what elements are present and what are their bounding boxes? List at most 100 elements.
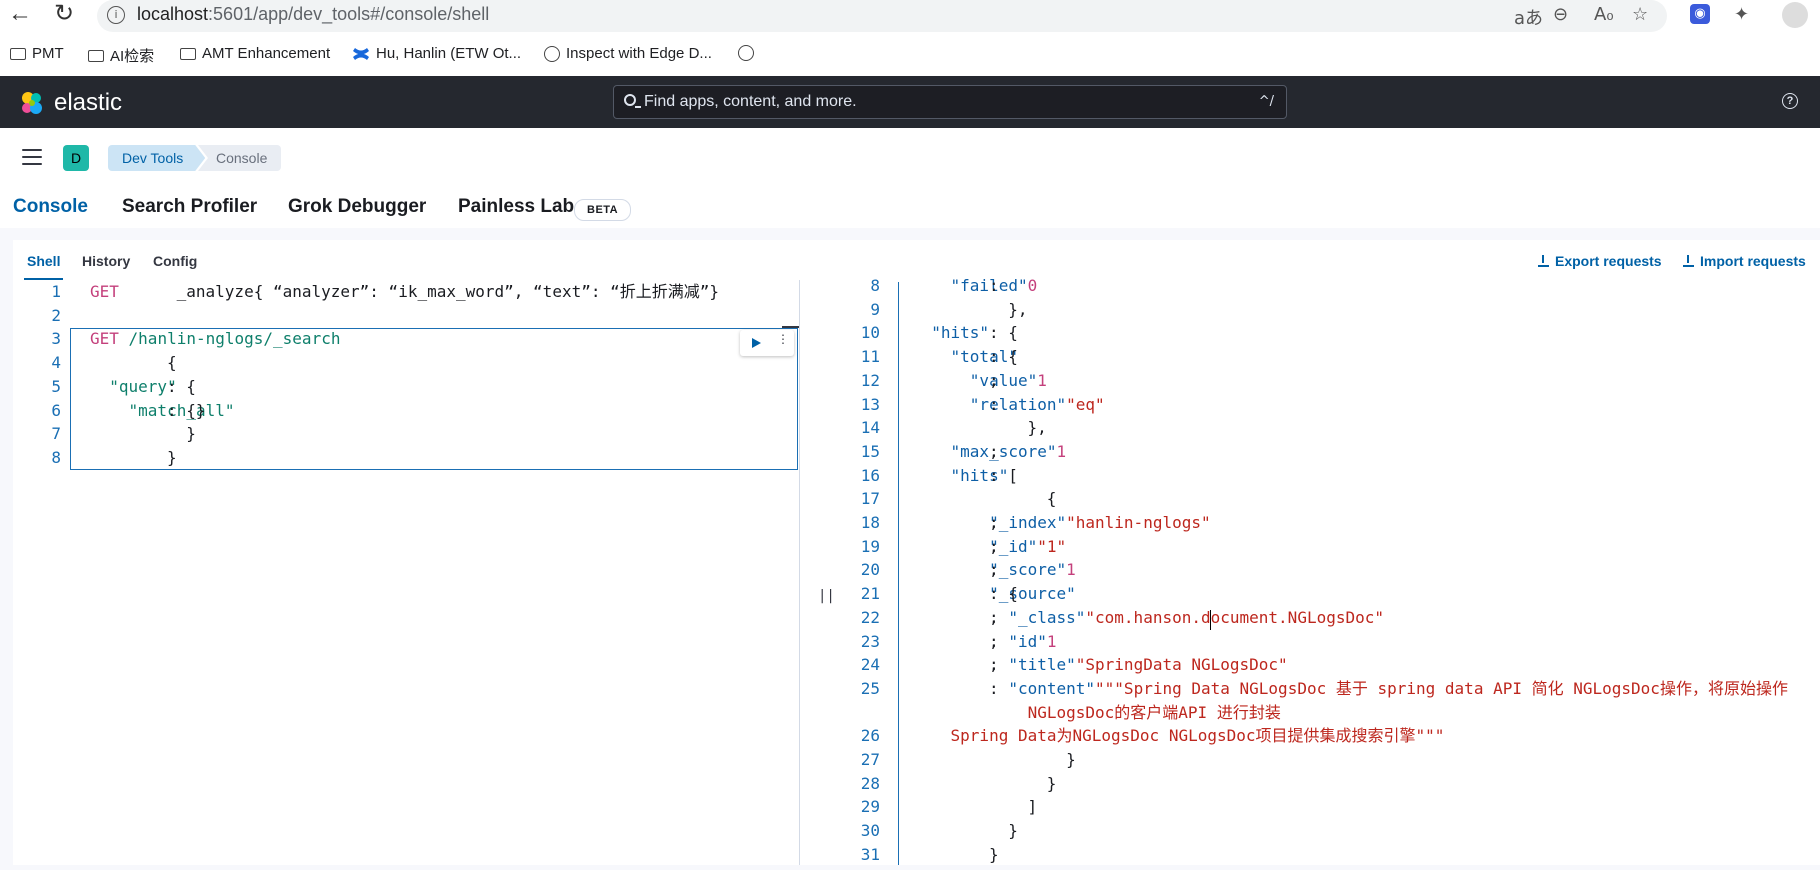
address-bar[interactable]: i localhost:5601/app/dev_tools#/console/… (97, 0, 1667, 32)
response-line: 11 "total": { (832, 345, 1820, 369)
favorite-star-icon[interactable]: ☆ (1632, 4, 1648, 25)
response-line: 10 "hits": { (832, 321, 1820, 345)
space-avatar[interactable]: D (63, 145, 89, 171)
site-info-icon[interactable]: i (107, 6, 125, 24)
code-token: { (989, 489, 1057, 509)
selected-request-highlight (70, 328, 798, 470)
search-placeholder: Find apps, content, and more. (644, 93, 857, 110)
beta-badge: BETA (574, 199, 632, 221)
code-token: "eq" (1066, 394, 1105, 414)
back-arrow-icon[interactable]: ← (6, 2, 34, 26)
code-token: , (989, 370, 999, 390)
help-icon[interactable]: ? (1782, 93, 1798, 109)
request-line: 2 (13, 304, 799, 328)
menu-toggle-icon[interactable] (22, 149, 42, 165)
url-host: localhost (137, 4, 209, 24)
code-token: , (989, 513, 999, 532)
response-line: 30 } (832, 819, 1820, 843)
line-number: 27 (860, 750, 880, 769)
tab-config[interactable]: Config (153, 253, 197, 269)
tab-grok-debugger[interactable]: Grok Debugger (288, 196, 426, 218)
request-line: 1 GET _analyze{ “analyzer”: “ik_max_word”… (13, 280, 799, 304)
breadcrumb-console: Console (198, 145, 282, 171)
translate-icon[interactable]: aあ (1514, 4, 1543, 30)
code-token: "value" (912, 370, 1038, 390)
dev-tools-tabs: Console Search Profiler Grok Debugger Pa… (0, 184, 1820, 232)
more-actions-icon[interactable]: ⋮ (777, 333, 789, 345)
bookmark-inspect[interactable]: Inspect with Edge D... (544, 45, 712, 62)
tab-search-profiler[interactable]: Search Profiler (122, 196, 257, 218)
code-token: }, (989, 418, 1047, 438)
code-token: , (989, 441, 999, 461)
breadcrumb-dev-tools[interactable]: Dev Tools (108, 145, 205, 171)
download-icon (1683, 255, 1694, 267)
globe-icon (738, 45, 754, 61)
global-search-input[interactable]: Find apps, content, and more. ^/ (613, 85, 1287, 119)
response-line: 21 "_source": { (832, 582, 1820, 606)
bookmark-label: PMT (32, 45, 64, 62)
bookmark-globe[interactable] (738, 45, 754, 61)
code-token: 1 (1056, 441, 1067, 461)
response-code: "value": 1, (912, 369, 1047, 393)
line-number: 19 (860, 536, 880, 556)
code-token: 1 (1046, 631, 1057, 651)
tab-shell[interactable]: Shell (23, 253, 64, 280)
line-number: 18 (860, 513, 880, 532)
code-token: ] (989, 797, 1038, 817)
import-requests-button[interactable]: Import requests (1683, 253, 1806, 269)
line-number: 12 (860, 370, 880, 390)
text-cursor (1210, 610, 1211, 630)
line-number: 14 (860, 418, 880, 438)
url-text[interactable]: localhost:5601/app/dev_tools#/console/sh… (137, 4, 489, 25)
line-number: 21 (860, 584, 880, 604)
tab-console[interactable]: Console (13, 196, 88, 232)
code-token: "hanlin-nglogs" (1066, 513, 1211, 532)
code-token: , (989, 655, 999, 675)
reload-icon[interactable]: ↻ (50, 2, 78, 26)
line-number: 29 (860, 797, 880, 817)
response-line: 17 { (832, 487, 1820, 511)
response-line: NGLogsDoc的客户端API 进行封装 (832, 701, 1820, 725)
export-label: Export requests (1555, 253, 1662, 269)
bookmark-ai[interactable]: AI检索 (88, 45, 154, 66)
breadcrumb-bar: D Dev Tools Console (0, 128, 1820, 185)
zoom-out-icon[interactable]: ⊖ (1553, 4, 1568, 25)
response-line: 20 "_score": 1, (832, 558, 1820, 582)
tab-painless-lab[interactable]: Painless Lab (458, 196, 574, 218)
response-code: "hits": { (912, 321, 1018, 345)
tab-history[interactable]: History (82, 253, 130, 269)
code-token: , (989, 560, 999, 580)
folder-icon (88, 49, 104, 62)
line-number: 9 (870, 299, 880, 319)
code-token: : { (989, 323, 1018, 343)
response-line: 9 }, (832, 298, 1820, 322)
export-requests-button[interactable]: Export requests (1538, 253, 1662, 269)
bookmark-confluence[interactable]: Hu, Hanlin (ETW Ot... (352, 45, 521, 62)
line-number: 16 (860, 465, 880, 485)
line-number: 4 (51, 353, 61, 373)
response-code: NGLogsDoc的客户端API 进行封装 (912, 701, 1281, 725)
response-output[interactable]: 8 "failed": 09 }, 10 "hits": {11 "total":… (832, 276, 1820, 865)
read-aloud-icon[interactable]: A₀ (1594, 4, 1614, 25)
code-token: "max_score" (912, 441, 1057, 461)
extensions-puzzle-icon[interactable]: ✦ (1734, 4, 1749, 25)
bookmark-pmt[interactable]: PMT (10, 45, 64, 62)
response-line: 27 } (832, 748, 1820, 772)
extension-icon[interactable]: ◉ (1690, 4, 1710, 24)
elastic-logo[interactable]: elastic (18, 89, 122, 117)
line-number: 11 (860, 347, 880, 367)
panel-resizer[interactable]: || (799, 280, 835, 865)
response-line: 15 "max_score": 1, (832, 440, 1820, 464)
search-shortcut-hint: ^/ (1258, 94, 1274, 109)
code-token: "_id" (912, 536, 1038, 556)
send-request-play-icon[interactable] (752, 338, 761, 348)
line-number: 28 (860, 773, 880, 793)
elastic-logo-icon (22, 92, 42, 114)
bookmark-amt[interactable]: AMT Enhancement (180, 45, 330, 62)
line-number: 13 (860, 394, 880, 414)
line-number: 20 (860, 560, 880, 580)
response-code: "_id": "1", (912, 535, 1066, 559)
profile-avatar[interactable] (1782, 2, 1808, 28)
line-number: 22 (860, 607, 880, 627)
code-token: "id" (912, 631, 1047, 651)
